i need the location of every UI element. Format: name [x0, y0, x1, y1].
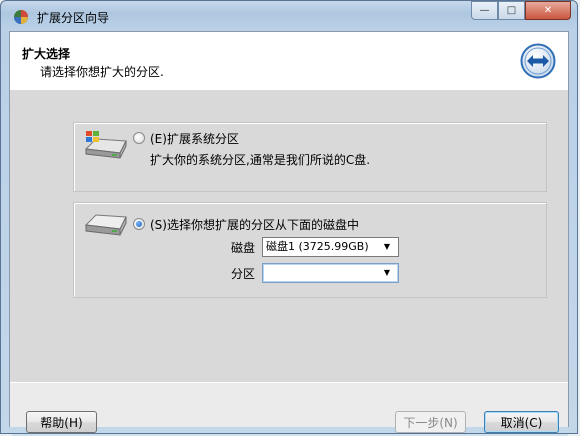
minimize-button[interactable]: — [471, 1, 498, 20]
cancel-button[interactable]: 取消(C) [484, 411, 559, 433]
partition-label: 分区 [231, 267, 256, 281]
close-button[interactable]: ✕ [525, 1, 571, 20]
disk-select-value: 磁盘1 (3725.99GB) [266, 240, 369, 253]
wizard-header: 扩大选择 请选择你想扩大的分区. [10, 32, 568, 91]
extend-system-partition-radio[interactable] [133, 132, 145, 144]
maximize-button[interactable]: □ [498, 1, 525, 20]
window-title: 扩展分区向导 [37, 11, 110, 25]
windows-drive-icon [84, 131, 127, 159]
minimize-icon: — [479, 5, 490, 16]
option-system-partition-group: (E)扩展系统分区 扩大你的系统分区,通常是我们所说的C盘. [73, 122, 547, 192]
wizard-window: 扩展分区向导 — □ ✕ 扩大选择 请选择你想扩大的分区. (E)扩展系统分区 … [0, 0, 578, 434]
next-button[interactable]: 下一步(N) [395, 411, 466, 433]
window-controls: — □ ✕ [471, 1, 571, 21]
wizard-content: (E)扩展系统分区 扩大你的系统分区,通常是我们所说的C盘. (S)选择你想扩展… [10, 90, 568, 382]
select-partition-radio[interactable] [133, 218, 145, 230]
wizard-client-area: 扩大选择 请选择你想扩大的分区. (E)扩展系统分区 扩大你的系统分区,通常是我… [9, 31, 569, 433]
extend-system-partition-label[interactable]: (E)扩展系统分区 [150, 130, 239, 147]
title-bar[interactable]: 扩展分区向导 — □ ✕ [1, 1, 577, 33]
disk-label: 磁盘 [231, 241, 256, 255]
help-button[interactable]: 帮助(H) [26, 411, 97, 433]
page-subtitle: 请选择你想扩大的分区. [40, 65, 164, 79]
chevron-down-icon: ▼ [383, 242, 391, 251]
close-icon: ✕ [543, 5, 553, 16]
extend-system-partition-description: 扩大你的系统分区,通常是我们所说的C盘. [150, 153, 371, 167]
expand-arrows-icon [520, 43, 556, 79]
wizard-footer: 帮助(H) 下一步(N) 取消(C) [10, 382, 568, 433]
option-select-partition-group: (S)选择你想扩展的分区从下面的磁盘中 磁盘 磁盘1 (3725.99GB) ▼… [73, 202, 547, 298]
select-partition-label[interactable]: (S)选择你想扩展的分区从下面的磁盘中 [150, 216, 359, 233]
maximize-icon: □ [506, 5, 517, 16]
hard-disk-icon [84, 214, 127, 236]
partition-select[interactable]: ▼ [262, 263, 399, 283]
partition-wizard-app-icon [14, 10, 28, 24]
chevron-down-icon: ▼ [383, 268, 391, 277]
disk-select[interactable]: 磁盘1 (3725.99GB) ▼ [262, 237, 399, 257]
page-title: 扩大选择 [22, 47, 71, 61]
